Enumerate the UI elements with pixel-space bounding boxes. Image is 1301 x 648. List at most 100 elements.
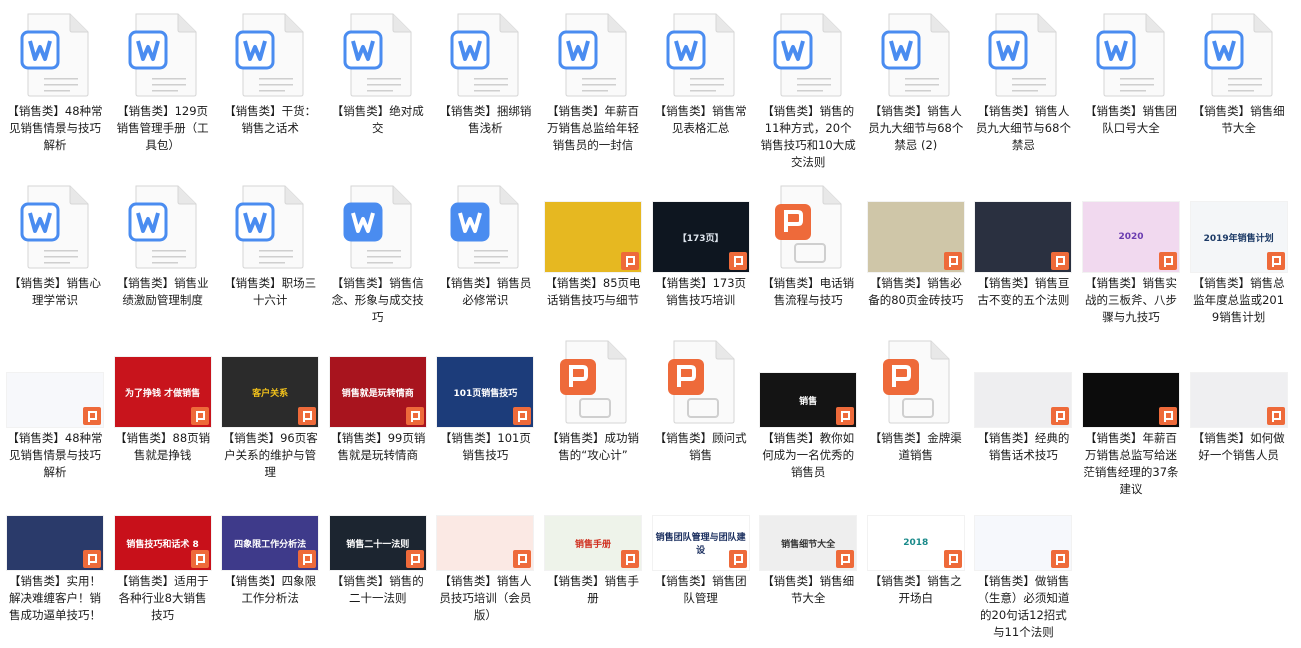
file-icon-area: 销售就是玩转情商 — [326, 335, 430, 427]
file-item[interactable]: 【销售类】职场三十六计 — [218, 180, 322, 309]
file-item[interactable]: 销售细节大全 【销售类】销售细节大全 — [756, 478, 860, 607]
file-item[interactable]: 【销售类】销售团队口号大全 — [1079, 8, 1183, 137]
file-icon-area — [541, 180, 645, 272]
file-item[interactable]: 【销售类】顾问式销售 — [649, 335, 753, 464]
file-name-label: 【销售类】129页销售管理手册（工具包） — [116, 104, 209, 152]
file-item[interactable]: 【173页】 【销售类】173页销售技巧培训 — [649, 180, 753, 309]
file-item[interactable]: 【销售类】干货：销售之话术 — [218, 8, 322, 137]
file-name-label: 【销售类】成功销售的“攻心计” — [547, 431, 639, 462]
file-icon-area — [326, 8, 430, 100]
file-item[interactable]: 【销售类】绝对成交 — [326, 8, 430, 137]
file-item[interactable]: 【销售类】经典的销售话术技巧 — [971, 335, 1075, 464]
thumbnail-text: 2020 — [1118, 232, 1144, 242]
file-name-label: 【销售类】96页客户关系的维护与管理 — [222, 431, 318, 479]
file-name-label: 【销售类】48种常见销售情景与技巧解析 — [7, 104, 103, 152]
powerpoint-badge-icon — [1159, 407, 1177, 425]
file-icon-area — [864, 8, 968, 100]
file-item[interactable]: 101页销售技巧 【销售类】101页销售技巧 — [433, 335, 537, 464]
file-icon-area — [111, 180, 215, 272]
file-item[interactable]: 【销售类】129页销售管理手册（工具包） — [111, 8, 215, 154]
word-document-icon — [1096, 12, 1166, 98]
file-item[interactable]: 2020 【销售类】销售实战的三板斧、八步骤与九技巧 — [1079, 180, 1183, 326]
file-name-label: 【销售类】顾问式销售 — [654, 431, 747, 462]
file-item[interactable]: 【销售类】电话销售流程与技巧 — [756, 180, 860, 309]
file-icon-area: 2019年销售计划 — [1187, 180, 1291, 272]
thumbnail-text: 销售手册 — [574, 539, 611, 550]
file-item[interactable]: 【销售类】捆绑销售浅析 — [433, 8, 537, 137]
file-name-label: 【销售类】销售心理学常识 — [9, 276, 101, 307]
word-document-icon — [20, 184, 90, 270]
word-document-icon — [1204, 12, 1274, 98]
powerpoint-badge-icon — [728, 252, 747, 270]
file-name-label: 【销售类】捆绑销售浅析 — [439, 104, 532, 135]
file-icon-area — [864, 335, 968, 427]
word-document-icon — [128, 12, 198, 98]
file-item[interactable]: 【销售类】85页电话销售技巧与细节 — [541, 180, 645, 309]
file-item[interactable]: 销售 【销售类】教你如何成为一名优秀的销售员 — [756, 335, 860, 481]
powerpoint-badge-icon — [836, 407, 855, 425]
thumbnail-text: 【173页】 — [677, 233, 724, 244]
powerpoint-badge-icon — [298, 407, 317, 425]
file-item[interactable]: 客户关系【销售类】96页客户关系的维护与管理 — [218, 335, 322, 481]
word-document-icon — [450, 12, 520, 98]
file-item[interactable]: 【销售类】48种常见销售情景与技巧解析 — [3, 8, 107, 154]
file-item[interactable]: 【销售类】销售必备的80页金砖技巧 — [864, 180, 968, 309]
file-item[interactable]: 【销售类】如何做好一个销售人员 — [1187, 335, 1291, 464]
thumbnail-text: 101页销售技巧 — [453, 388, 518, 399]
powerpoint-document-icon — [666, 339, 736, 425]
file-item[interactable]: 【销售类】销售亘古不变的五个法则 — [971, 180, 1075, 309]
powerpoint-badge-icon — [513, 550, 532, 568]
file-icon-area: 为了挣钱 才做销售 — [111, 335, 215, 427]
slide-thumbnail: 【173页】 — [652, 202, 749, 272]
file-item[interactable]: 销售手册 【销售类】销售手册 — [541, 478, 645, 607]
powerpoint-badge-icon — [513, 407, 532, 425]
file-item[interactable]: 【销售类】销售业绩激励管理制度 — [111, 180, 215, 309]
file-item[interactable]: 销售技巧和话术 8 【销售类】适用于各种行业8大销售技巧 — [111, 478, 215, 624]
file-item[interactable]: 销售就是玩转情商 【销售类】99页销售就是玩转情商 — [326, 335, 430, 464]
file-item[interactable]: 【销售类】销售员必修常识 — [433, 180, 537, 309]
powerpoint-document-icon — [558, 339, 628, 425]
slide-thumbnail: 销售细节大全 — [760, 516, 857, 570]
file-item[interactable]: 【销售类】成功销售的“攻心计” — [541, 335, 645, 464]
slide-thumbnail: 客户关系 — [222, 357, 319, 427]
file-name-label: 【销售类】销售亘古不变的五个法则 — [977, 276, 1070, 307]
powerpoint-document-icon — [881, 339, 951, 425]
file-item[interactable]: 【销售类】年薪百万销售总监写给迷茫销售经理的37条建议 — [1079, 335, 1183, 498]
file-item[interactable]: 销售团队管理与团队建设 【销售类】销售团队管理 — [649, 478, 753, 607]
file-name-label: 【销售类】实用！解决难缠客户！销售成功逼单技巧！ — [9, 574, 101, 622]
file-item[interactable]: 2018 【销售类】销售之开场白 — [864, 478, 968, 607]
file-item[interactable]: 【销售类】年薪百万销售总监给年轻销售员的一封信 — [541, 8, 645, 154]
file-item[interactable]: 【销售类】销售人员九大细节与68个禁忌 (2) — [864, 8, 968, 154]
file-icon-area: 客户关系 — [218, 335, 322, 427]
slide-thumbnail: 销售技巧和话术 8 — [114, 516, 211, 570]
file-item[interactable]: 【销售类】金牌渠道销售 — [864, 335, 968, 464]
file-item[interactable]: 【销售类】48种常见销售情景与技巧解析 — [3, 335, 107, 481]
file-item[interactable]: 销售二十一法则 【销售类】销售的二十一法则 — [326, 478, 430, 607]
file-item[interactable]: 【销售类】做销售（生意）必须知道的20句话12招式与11个法则 — [971, 478, 1075, 641]
file-item[interactable]: 为了挣钱 才做销售 【销售类】88页销售就是挣钱 — [111, 335, 215, 464]
slide-thumbnail: 四象限工作分析法 — [222, 516, 319, 570]
powerpoint-document-icon — [773, 184, 843, 270]
file-icon-area — [864, 180, 968, 272]
word-document-icon — [235, 184, 305, 270]
file-item[interactable]: 2019年销售计划 【销售类】销售总监年度总监或2019销售计划 — [1187, 180, 1291, 326]
file-item[interactable]: 【销售类】实用！解决难缠客户！销售成功逼单技巧！ — [3, 478, 107, 624]
file-item[interactable]: 【销售类】销售信念、形象与成交技巧 — [326, 180, 430, 326]
powerpoint-badge-icon — [943, 550, 962, 568]
file-item[interactable]: 【销售类】销售细节大全 — [1187, 8, 1291, 137]
slide-thumbnail — [7, 516, 103, 570]
thumbnail-text: 客户关系 — [252, 388, 289, 399]
slide-thumbnail: 销售二十一法则 — [329, 516, 426, 570]
file-icon-area — [541, 8, 645, 100]
file-icon-area — [3, 180, 107, 272]
file-item[interactable]: 【销售类】销售的11种方式，20个销售技巧和10大成交法则 — [756, 8, 860, 171]
powerpoint-badge-icon — [621, 550, 639, 568]
file-item[interactable]: 【销售类】销售人员技巧培训（会员版） — [433, 478, 537, 624]
file-icon-area — [649, 335, 753, 427]
slide-thumbnail: 销售团队管理与团队建设 — [652, 516, 749, 570]
file-item[interactable]: 【销售类】销售心理学常识 — [3, 180, 107, 309]
file-item[interactable]: 四象限工作分析法 【销售类】四象限工作分析法 — [218, 478, 322, 607]
slide-thumbnail — [437, 516, 534, 570]
file-item[interactable]: 【销售类】销售人员九大细节与68个禁忌 — [971, 8, 1075, 154]
file-item[interactable]: 【销售类】销售常见表格汇总 — [649, 8, 753, 137]
